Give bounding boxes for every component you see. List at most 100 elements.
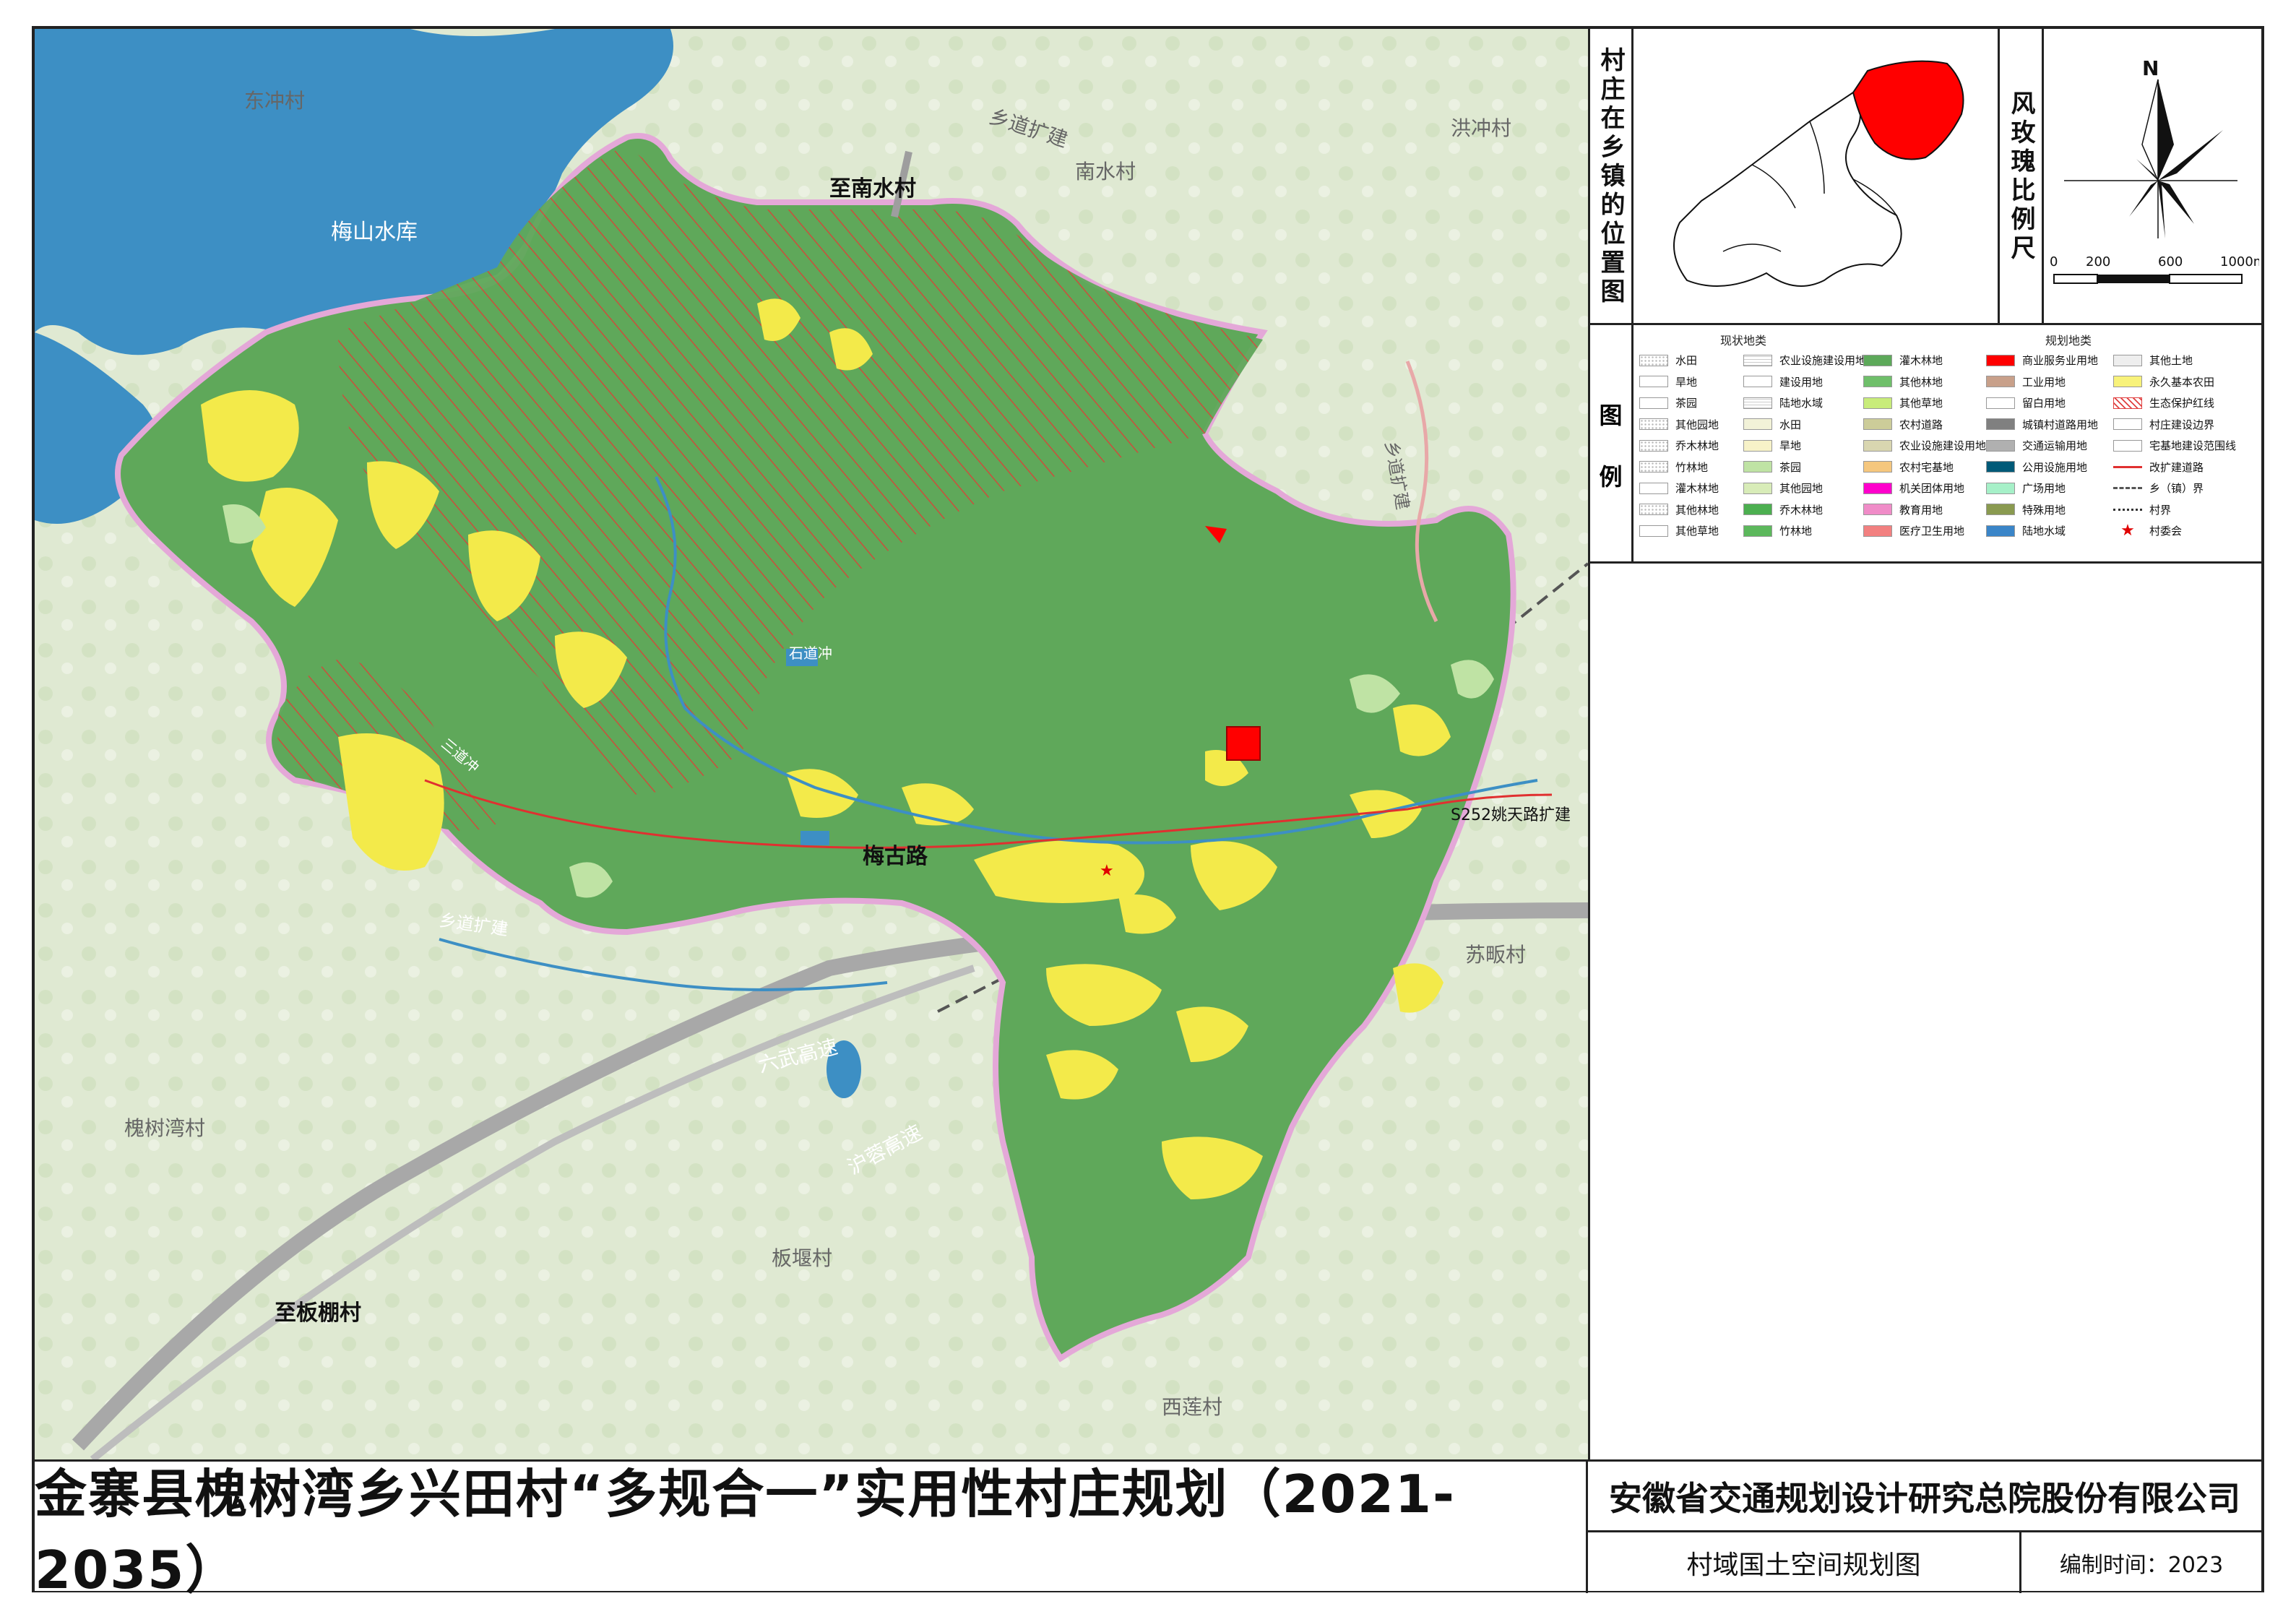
legend-item-label: 医疗卫生用地 bbox=[1899, 525, 1965, 538]
legend: 图 例 现状地类 规划地类 水田 旱地 茶园 其他园地 乔木林地 竹林地 灌木林地 其他林地其… bbox=[1590, 325, 2263, 564]
legend-column: 其他土地 永久基本农田 生态保护红线 村庄建设边界 宅基地建设范围线 改扩建道路 乡（镇）界… bbox=[2113, 350, 2265, 542]
label-meigu-road: 梅古路 bbox=[863, 844, 928, 869]
label-nanshui: 南水村 bbox=[1075, 160, 1136, 184]
pond-meigu bbox=[800, 831, 829, 845]
legend-item-label: 乔木林地 bbox=[1675, 439, 1719, 453]
legend-item: 村界 bbox=[2113, 499, 2265, 521]
legend-item-label: 其他草地 bbox=[1899, 397, 1943, 410]
legend-item-label: 乔木林地 bbox=[1779, 503, 1824, 517]
legend-item-label: 旱地 bbox=[1675, 375, 1698, 389]
legend-item-label: 竹林地 bbox=[1779, 525, 1813, 538]
legend-swatch bbox=[2113, 354, 2142, 366]
scale-tick-1000: 1000m bbox=[2220, 254, 2259, 269]
legend-swatch bbox=[1639, 525, 1668, 537]
legend-item-label: 陆地水域 bbox=[2022, 525, 2066, 538]
legend-item-label: 教育用地 bbox=[1899, 503, 1943, 517]
legend-item-label: 农村道路 bbox=[1899, 418, 1943, 431]
legend-item-label: 旱地 bbox=[1779, 439, 1802, 453]
legend-swatch bbox=[1863, 482, 1892, 494]
legend-swatch bbox=[1863, 376, 1892, 388]
legend-item: 永久基本农田 bbox=[2113, 371, 2265, 393]
wind-rose-scale: N 0 200 600 1000m bbox=[2050, 56, 2259, 284]
legend-item-label: 其他土地 bbox=[2149, 354, 2193, 368]
plan-title: 金寨县槐树湾乡兴田村“多规合一”实用性村庄规划（2021-2035） bbox=[35, 1462, 1588, 1600]
legend-swatch bbox=[2113, 487, 2142, 490]
legend-item-label: 其他园地 bbox=[1779, 482, 1824, 496]
legend-item-label: 农业设施建设用地 bbox=[1899, 439, 1987, 453]
legend-swatch bbox=[2113, 439, 2142, 452]
legend-item-label: 村庄建设边界 bbox=[2149, 418, 2215, 431]
legend-item-label: 农业设施建设用地 bbox=[1779, 354, 1867, 368]
legend-swatch bbox=[1863, 418, 1892, 431]
scale-tick-600: 600 bbox=[2158, 254, 2183, 269]
legend-item: 宅基地建设范围线 bbox=[2113, 435, 2265, 457]
legend-swatch bbox=[1743, 461, 1772, 473]
legend-item-label: 乡（镇）界 bbox=[2149, 482, 2204, 496]
scale-tick-0: 0 bbox=[2050, 254, 2058, 269]
legend-swatch bbox=[2113, 418, 2142, 431]
legend-swatch bbox=[1863, 397, 1892, 409]
legend-planned-header: 规划地类 bbox=[2045, 334, 2092, 348]
label-to-nanshui: 至南水村 bbox=[829, 176, 916, 202]
legend-current-header: 现状地类 bbox=[1720, 334, 1767, 348]
drawing-name: 村域国土空间规划图 bbox=[1588, 1532, 2021, 1593]
legend-item: 乡（镇）界 bbox=[2113, 478, 2265, 499]
legend-item-label: 商业服务业用地 bbox=[2022, 354, 2099, 368]
legend-swatch bbox=[2113, 465, 2142, 468]
legend-swatch bbox=[1639, 461, 1668, 473]
legend-swatch bbox=[1743, 482, 1772, 494]
label-sufan: 苏畈村 bbox=[1465, 943, 1527, 967]
legend-swatch bbox=[1639, 376, 1668, 388]
legend-swatch bbox=[2113, 376, 2142, 388]
label-banyan: 板堰村 bbox=[772, 1246, 833, 1270]
legend-item-label: 建设用地 bbox=[1779, 375, 1824, 389]
legend-item-label: 特殊用地 bbox=[2022, 503, 2066, 517]
legend-item-label: 灌木林地 bbox=[1675, 482, 1719, 496]
legend-item-label: 农村宅基地 bbox=[1899, 460, 1954, 474]
legend-item-label: 竹林地 bbox=[1675, 460, 1709, 474]
label-xilian: 西莲村 bbox=[1162, 1395, 1223, 1419]
legend-swatch bbox=[1986, 397, 2015, 409]
map-canvas[interactable]: ★ 东冲村 梅山水库 乡道扩建 至南水村 南水村 洪冲村 乡道扩建 石道冲 三道… bbox=[35, 29, 1588, 1459]
compass-label: 风玫瑰比例尺 bbox=[2001, 29, 2044, 325]
legend-swatch bbox=[1863, 525, 1892, 537]
legend-swatch bbox=[1639, 418, 1668, 431]
legend-swatch bbox=[1863, 461, 1892, 473]
legend-swatch bbox=[1863, 504, 1892, 516]
legend-item-label: 陆地水域 bbox=[1779, 397, 1824, 410]
legend-heading-char-2: 例 bbox=[1599, 462, 1623, 491]
legend-swatch bbox=[1743, 376, 1772, 388]
legend-item-label: 水田 bbox=[1779, 418, 1802, 431]
label-s252: S252姚天路扩建 bbox=[1451, 806, 1571, 824]
legend-swatch bbox=[1743, 397, 1772, 409]
legend-swatch bbox=[1639, 439, 1668, 452]
location-map-label: 村庄在乡镇的位置图 bbox=[1590, 29, 1633, 325]
label-shidaochong: 石道冲 bbox=[789, 644, 832, 662]
legend-swatch bbox=[1986, 525, 2015, 537]
legend-item-label: 公用设施用地 bbox=[2022, 460, 2088, 474]
legend-swatch bbox=[1743, 525, 1772, 537]
legend-item: 其他土地 bbox=[2113, 350, 2265, 371]
legend-swatch bbox=[1639, 397, 1668, 409]
company-name: 安徽省交通规划设计研究总院股份有限公司 bbox=[1588, 1462, 2261, 1532]
north-letter: N bbox=[2142, 56, 2159, 80]
legend-item-label: 交通运输用地 bbox=[2022, 439, 2088, 453]
legend-swatch bbox=[1743, 439, 1772, 452]
compile-date: 编制时间：2023 bbox=[2059, 1553, 2224, 1578]
legend-item: ★ 村委会 bbox=[2113, 520, 2265, 542]
legend-swatch bbox=[1639, 482, 1668, 494]
legend-item-label: 其他园地 bbox=[1675, 418, 1719, 431]
legend-swatch bbox=[1986, 482, 2015, 494]
legend-item: 村庄建设边界 bbox=[2113, 414, 2265, 436]
legend-swatch bbox=[1639, 354, 1668, 366]
legend-swatch bbox=[1986, 376, 2015, 388]
label-dongchong: 东冲村 bbox=[244, 89, 306, 113]
legend-item: 生态保护红线 bbox=[2113, 392, 2265, 414]
legend-swatch bbox=[1986, 504, 2015, 516]
legend-item-label: 村委会 bbox=[2149, 525, 2183, 538]
legend-swatch bbox=[1743, 354, 1772, 366]
legend-swatch bbox=[1639, 504, 1668, 516]
legend-item-label: 水田 bbox=[1675, 354, 1698, 368]
legend-swatch bbox=[2113, 397, 2142, 409]
commercial-plot bbox=[1226, 726, 1261, 761]
